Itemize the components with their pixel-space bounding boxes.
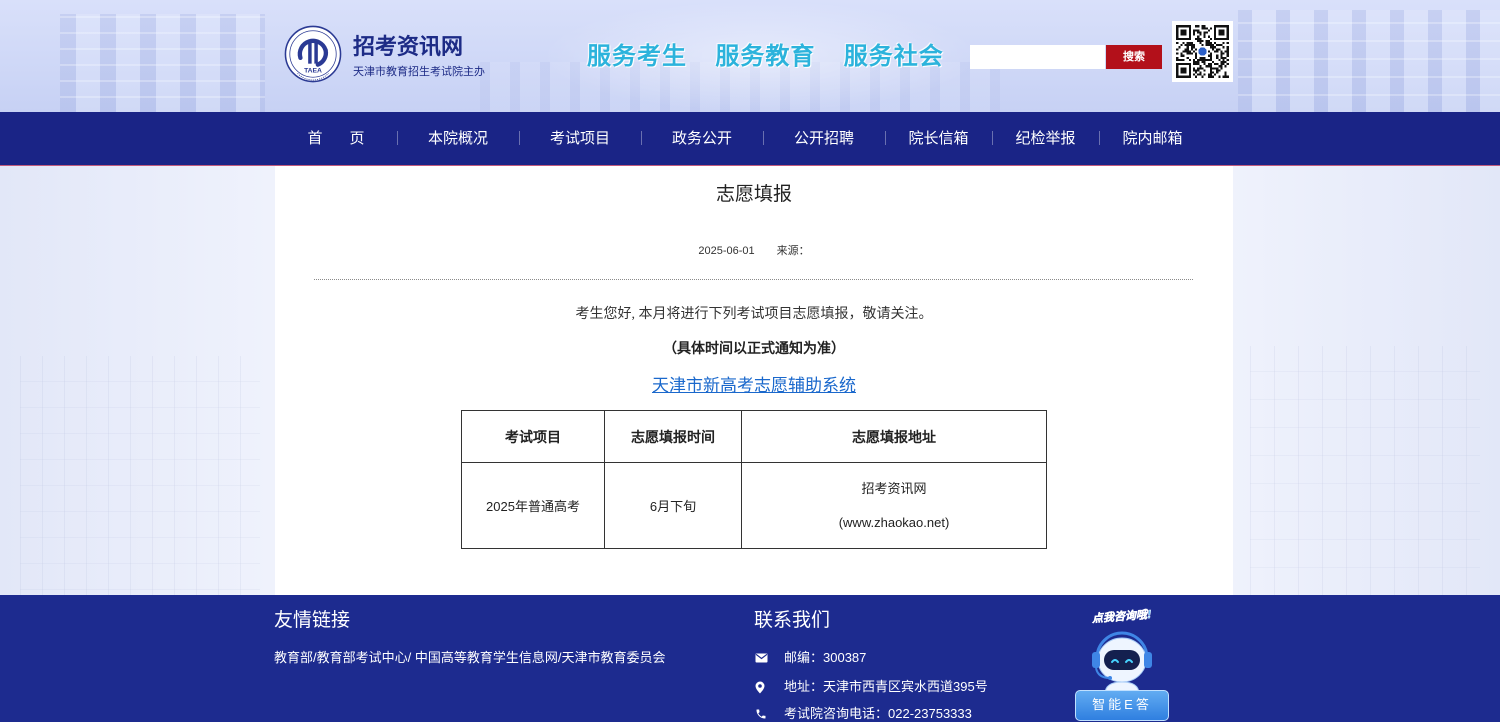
nav-item-label: 院长信箱 xyxy=(908,130,969,147)
table-header-time: 志愿填报时间 xyxy=(604,410,742,463)
contact-postcode: 邮编：300387 xyxy=(754,649,866,667)
nav-item-label: 院内邮箱 xyxy=(1122,130,1183,147)
table-row: 2025年普通高考 6月下旬 招考资讯网 (www.zhaokao.net) xyxy=(461,462,1047,549)
nav-item-label: 公开招聘 xyxy=(793,130,854,147)
nav-item-label: 政务公开 xyxy=(671,130,732,147)
nav-item-discipline-report[interactable]: 纪检举报 xyxy=(992,112,1099,165)
gaokao-assist-system-link[interactable]: 天津市新高考志愿辅助系统 xyxy=(652,376,856,395)
contact-text: 考试院咨询电话：022-23753333 xyxy=(784,706,972,721)
slogan-phrase: 服务教育 xyxy=(715,41,816,70)
table-cell-address: 招考资讯网 (www.zhaokao.net) xyxy=(741,462,1047,549)
article-intro: 考生您好, 本月将进行下列考试项目志愿填报，敬请关注。 xyxy=(575,307,933,322)
mail-icon xyxy=(754,653,784,663)
contact-text: 邮编：300387 xyxy=(784,650,867,665)
slogan: 服务考生 服务教育 服务社会 xyxy=(587,41,944,71)
article-source-label: 来源： xyxy=(776,245,810,257)
system-link-row: 天津市新高考志愿辅助系统 xyxy=(275,374,1233,398)
site-title[interactable]: 招考资讯网 xyxy=(353,33,463,61)
nav-item-public-affairs[interactable]: 政务公开 xyxy=(641,112,763,165)
table-header-row: 考试项目 志愿填报时间 志愿填报地址 xyxy=(461,410,1047,463)
background-sketch-left xyxy=(20,356,260,616)
friend-links-heading: 友情链接 xyxy=(274,610,351,631)
site-subtitle: 天津市教育招生考试院主办 xyxy=(353,66,485,78)
contact-phone: 考试院咨询电话：022-23753333 xyxy=(754,706,972,721)
slogan-phrase: 服务考生 xyxy=(587,41,687,70)
header-building-right xyxy=(1238,10,1500,112)
article-date: 2025-06-01 xyxy=(698,245,755,257)
qr-code-icon xyxy=(1172,21,1233,82)
table-header-exam: 考试项目 xyxy=(461,410,605,463)
article-note: （具体时间以正式通知为准） xyxy=(663,342,845,357)
dotted-divider xyxy=(314,279,1193,280)
nav-item-exams[interactable]: 考试项目 xyxy=(519,112,641,165)
svg-text:点我咨询哦!: 点我咨询哦! xyxy=(1091,608,1153,625)
friend-link-moe[interactable]: 教育部 xyxy=(274,650,313,665)
main-nav: 首 页 本院概况 考试项目 政务公开 公开招聘 院长信箱 纪检举报 院内邮箱 xyxy=(0,112,1500,166)
nav-item-internal-mail[interactable]: 院内邮箱 xyxy=(1099,112,1206,165)
table-cell-time: 6月下旬 xyxy=(604,462,742,549)
smart-answer-button[interactable]: 智能E答 xyxy=(1075,690,1169,721)
contact-text: 地址：天津市西青区宾水西道395号 xyxy=(784,679,988,694)
nav-item-home[interactable]: 首 页 xyxy=(275,112,397,165)
friend-link-tj-edu[interactable]: 天津市教育委员会 xyxy=(562,650,666,665)
nav-list: 首 页 本院概况 考试项目 政务公开 公开招聘 院长信箱 纪检举报 院内邮箱 xyxy=(275,112,1206,165)
search-button[interactable]: 搜索 xyxy=(1106,45,1162,69)
robot-assistant-icon[interactable]: 点我咨询哦! xyxy=(1075,608,1169,694)
application-table: 考试项目 志愿填报时间 志愿填报地址 2025年普通高考 6月下旬 招考资讯网 … xyxy=(461,410,1047,549)
nav-item-about[interactable]: 本院概况 xyxy=(397,112,519,165)
address-site-url: (www.zhaokao.net) xyxy=(838,514,950,530)
site-header: TAEA 招考资讯网 天津市教育招生考试院主办 服务考生 服务教育 服务社会 搜… xyxy=(0,0,1500,112)
nav-item-label: 纪检举报 xyxy=(1015,130,1076,147)
nav-item-president-mailbox[interactable]: 院长信箱 xyxy=(885,112,992,165)
link-separator: / xyxy=(407,650,415,665)
site-footer: 友情链接 教育部/教育部考试中心/ 中国高等教育学生信息网/天津市教育委员会 联… xyxy=(0,595,1500,722)
article-panel: 志愿填报 2025-06-01 来源： 考生您好, 本月将进行下列考试项目志愿填报… xyxy=(275,166,1233,595)
location-pin-icon xyxy=(754,681,784,694)
svg-text:TAEA: TAEA xyxy=(304,67,322,74)
nav-item-recruitment[interactable]: 公开招聘 xyxy=(763,112,885,165)
nav-item-label: 考试项目 xyxy=(549,130,610,147)
header-building-left xyxy=(60,14,265,112)
page: TAEA 招考资讯网 天津市教育招生考试院主办 服务考生 服务教育 服务社会 搜… xyxy=(0,0,1500,722)
contact-heading: 联系我们 xyxy=(754,610,831,631)
table-cell-exam: 2025年普通高考 xyxy=(461,462,605,549)
friend-link-chsi[interactable]: 中国高等教育学生信息网 xyxy=(415,650,558,665)
table-header-address: 志愿填报地址 xyxy=(741,410,1047,463)
article-meta: 2025-06-01 来源： xyxy=(275,243,1233,259)
nav-item-label: 本院概况 xyxy=(427,130,488,147)
friend-links: 教育部/教育部考试中心/ 中国高等教育学生信息网/天津市教育委员会 xyxy=(274,649,666,667)
nav-item-label: 首 页 xyxy=(307,130,371,147)
address-site-name: 招考资讯网 xyxy=(861,480,927,496)
smart-assistant-widget[interactable]: 点我咨询哦! 智能E答 xyxy=(1075,608,1169,721)
phone-icon xyxy=(754,708,784,720)
background-sketch-right xyxy=(1250,346,1480,596)
slogan-phrase: 服务社会 xyxy=(843,41,944,70)
article-title: 志愿填报 xyxy=(715,184,792,205)
taea-logo-icon[interactable]: TAEA xyxy=(284,25,342,83)
search-input[interactable] xyxy=(970,45,1105,69)
friend-link-neea[interactable]: 教育部考试中心 xyxy=(317,650,408,665)
contact-address: 地址：天津市西青区宾水西道395号 xyxy=(754,678,988,696)
